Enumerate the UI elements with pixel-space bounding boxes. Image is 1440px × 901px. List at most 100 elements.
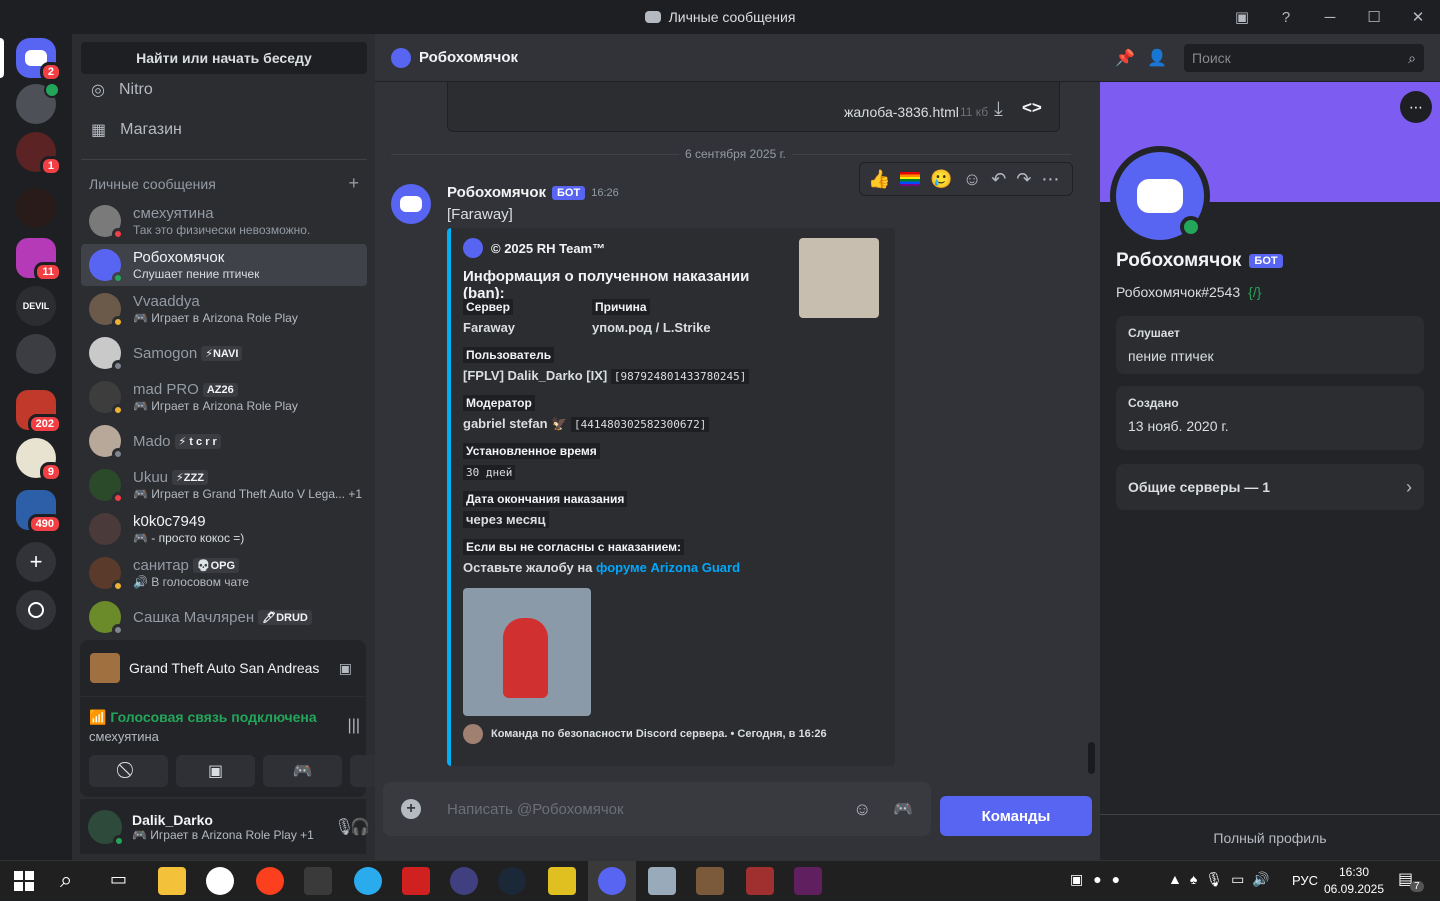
dm-item[interactable]: санитар 💀OPG 🔊 В голосовом чате (81, 552, 367, 594)
dm-item[interactable]: Mado ⚡ t c r r (81, 420, 367, 462)
avatar (89, 557, 124, 592)
message-author[interactable]: Робохомячок (447, 184, 546, 201)
app-icon[interactable] (648, 867, 676, 895)
search-icon[interactable]: ⌕ (60, 867, 72, 893)
telegram-icon[interactable] (354, 867, 382, 895)
task-view-icon[interactable]: ▭ (110, 869, 127, 890)
window-title-text: Личные сообщения (668, 9, 796, 25)
guild-icon[interactable] (16, 82, 60, 124)
guild-icon[interactable]: 9 (16, 438, 62, 482)
thumbs-up-reaction-icon[interactable]: 👍 (868, 169, 890, 190)
dm-item[interactable]: Vvaaddya 🎮 Играет в Arizona Role Play (81, 288, 367, 330)
guild-folder[interactable]: 490 (16, 490, 62, 534)
rainbow-flag-reaction-icon[interactable] (900, 172, 921, 186)
yandex-browser-icon[interactable] (206, 867, 234, 895)
steam-icon[interactable] (498, 867, 526, 895)
forum-link[interactable]: форуме Arizona Guard (596, 560, 740, 575)
dm-item[interactable]: смехуятина Так это физически невозможно. (81, 200, 367, 242)
noise-suppression-icon[interactable]: ||| (348, 717, 360, 735)
dm-item-selected[interactable]: Робохомячок Слушает пение птичек (81, 244, 367, 286)
activity-button[interactable]: 🎮 (263, 755, 342, 787)
app-icon[interactable] (794, 867, 822, 895)
tray-system-icons[interactable]: ▲♠🎙▭🔊 (1168, 871, 1278, 888)
pin-icon[interactable]: 📌 (1115, 48, 1135, 68)
field-label: Сервер (463, 299, 513, 315)
help-icon[interactable]: ? (1264, 9, 1308, 26)
app-icon[interactable] (548, 867, 576, 895)
add-reaction-icon[interactable]: ☺ (963, 169, 981, 190)
close-button[interactable]: ✕ (1396, 8, 1440, 26)
guild-icon[interactable]: DEVIL (16, 286, 56, 326)
code-view-icon[interactable]: <> (1022, 98, 1042, 118)
field-value: Оставьте жалобу на (463, 560, 593, 575)
embed-image[interactable] (463, 588, 591, 716)
profile-avatar[interactable] (1110, 146, 1210, 246)
yandex-icon[interactable] (256, 867, 284, 895)
nav-shop[interactable]: ▦ Магазин (81, 110, 367, 150)
add-attachment-icon[interactable]: + (401, 799, 421, 819)
dm-item[interactable]: Сашка Мачлярен 🖊DRUD (81, 596, 367, 638)
app-icon[interactable] (450, 867, 478, 895)
windows-start-icon[interactable] (14, 871, 34, 891)
dm-item[interactable]: k0k0c7949 🎮 - просто кокос =) (81, 508, 367, 550)
clock[interactable]: 16:30 06.09.2025 (1322, 864, 1386, 898)
emoji-reaction-icon[interactable]: 🥲 (930, 169, 952, 190)
minimize-button[interactable]: ─ (1308, 9, 1352, 26)
headphones-icon[interactable]: 🎧 (350, 817, 370, 837)
voice-status[interactable]: Голосовая связь подключена (110, 709, 316, 725)
file-explorer-icon[interactable] (158, 867, 186, 895)
message-avatar[interactable] (391, 184, 431, 224)
winrar-icon[interactable] (746, 867, 774, 895)
full-profile-link[interactable]: Полный профиль (1100, 830, 1440, 846)
signal-icon: 📶 (89, 709, 107, 725)
gamepad-icon[interactable]: 🎮 (893, 799, 913, 819)
download-icon[interactable]: ⤓ (994, 98, 1003, 121)
guild-icon[interactable] (16, 188, 56, 228)
user-profile-toggle-icon[interactable]: 👤 (1147, 48, 1167, 68)
message-input[interactable]: + Написать @Робохомячок ☺ 🎮 (383, 782, 931, 836)
nav-nitro[interactable]: ◎ Nitro (81, 70, 367, 110)
home-dm-button[interactable]: 2 (16, 38, 62, 82)
search-input[interactable]: Поиск ⌕ (1184, 44, 1424, 72)
guild-folder[interactable]: 11 (16, 238, 62, 282)
commands-button[interactable]: Команды (940, 796, 1092, 836)
gamepad-icon: 🎮 (132, 827, 147, 842)
forward-icon[interactable]: ↷ (1016, 169, 1031, 190)
windows-taskbar: ⌕ ▭ ▣●● ▲♠🎙▭🔊 РУС 16:30 06.09.2025 ▤ 7 (0, 860, 1440, 901)
tray-icons[interactable]: ▣●● (1070, 871, 1130, 888)
dm-item[interactable]: mad PRO AZ26 🎮 Играет в Arizona Role Play (81, 376, 367, 418)
create-dm-button[interactable]: + (348, 174, 359, 192)
emoji-picker-icon[interactable]: ☺ (853, 799, 871, 820)
explore-servers-button[interactable] (16, 590, 56, 630)
dm-status: Играет в Grand Theft Auto V Lega... +1 (151, 487, 363, 501)
screenshare-button[interactable]: ▣ (176, 755, 255, 787)
user-status: Играет в Arizona Role Play +1 (150, 827, 314, 842)
clan-tag: ⚡ZZZ (172, 470, 208, 485)
inbox-icon[interactable]: ▣ (1220, 8, 1264, 26)
dm-item[interactable]: Ukuu ⚡ZZZ 🎮 Играет в Grand Theft Auto V Le… (81, 464, 367, 506)
guild-folder[interactable]: 202 (16, 390, 62, 434)
more-options-icon[interactable]: ⋯ (1400, 91, 1432, 123)
discord-taskbar-icon[interactable] (598, 867, 626, 895)
language-indicator[interactable]: РУС (1292, 873, 1318, 888)
attachment-filename[interactable]: жалоба-3836.html (844, 104, 959, 120)
stream-icon[interactable]: ▣ (339, 660, 352, 677)
scrollbar-thumb[interactable] (1088, 742, 1095, 774)
guild-icon[interactable]: 1 (16, 132, 62, 176)
embed-thumbnail[interactable] (799, 238, 879, 318)
mutual-servers-button[interactable]: Общие серверы — 1 › (1116, 464, 1424, 510)
add-server-button[interactable]: + (16, 542, 56, 582)
more-options-icon[interactable]: ⋯ (1041, 169, 1059, 190)
app-icon[interactable] (402, 867, 430, 895)
app-icon[interactable] (696, 867, 724, 895)
voice-channel[interactable]: смехуятина (89, 729, 159, 744)
field-value: [FPLV] Dalik_Darko [IX] (463, 368, 608, 383)
reply-icon[interactable]: ↶ (991, 169, 1006, 190)
app-icon[interactable] (304, 867, 332, 895)
dm-item[interactable]: Samogon ⚡NAVI (81, 332, 367, 374)
avatar[interactable] (88, 809, 125, 847)
camera-button[interactable]: ⃠ (89, 755, 168, 787)
clock-date: 06.09.2025 (1323, 882, 1385, 896)
maximize-button[interactable]: ☐ (1352, 8, 1396, 26)
guild-icon[interactable] (16, 334, 56, 374)
